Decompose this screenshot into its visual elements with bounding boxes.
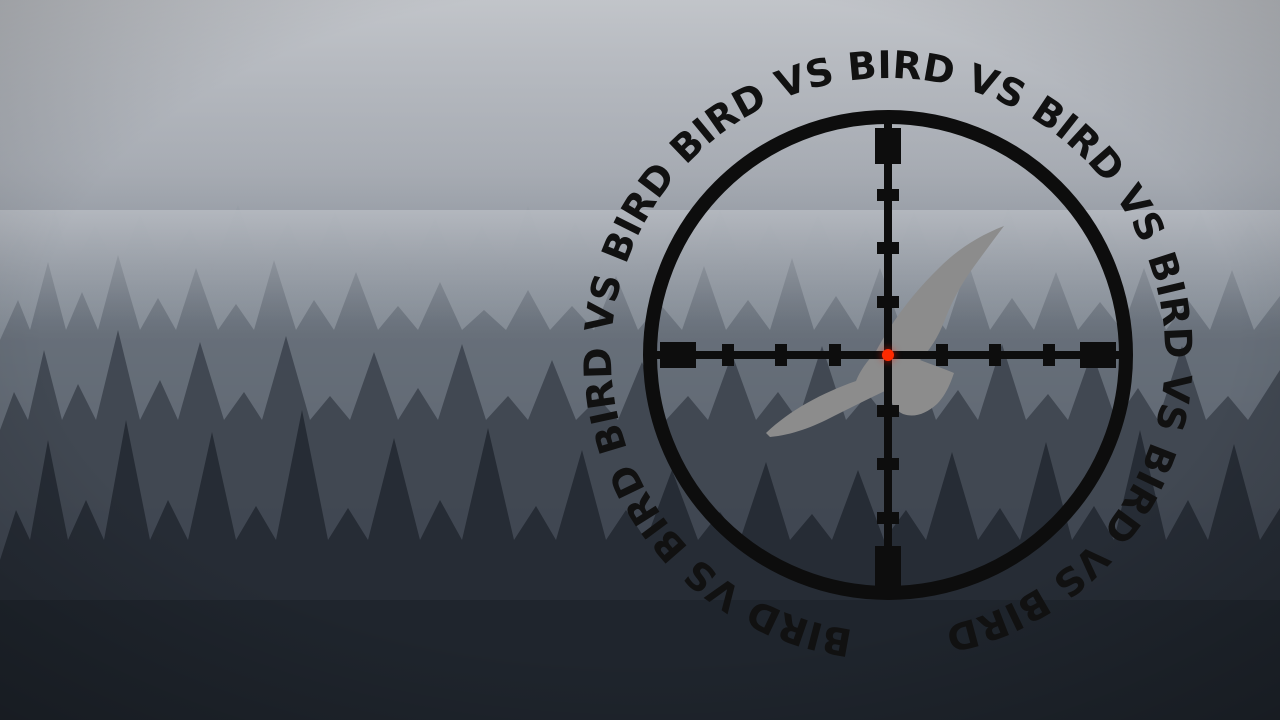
game-start-screen: BIRD VS BIRD BIRD VS BIRD BIRD VS BIRD V… <box>0 0 1280 720</box>
scope-overlay: BIRD VS BIRD BIRD VS BIRD BIRD VS BIRD V… <box>576 43 1201 665</box>
target-dot <box>882 349 894 361</box>
